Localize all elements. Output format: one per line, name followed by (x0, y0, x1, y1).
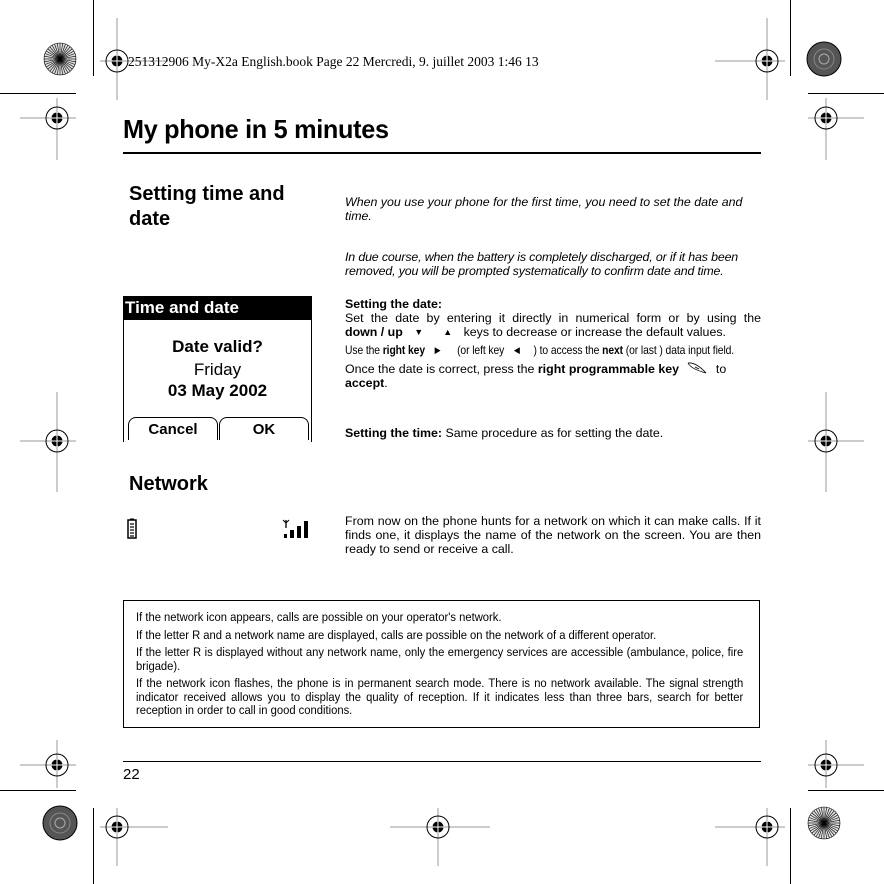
down-arrow-icon: ▼ (414, 327, 424, 337)
down-up-label: down / up (345, 325, 403, 339)
section-heading-network: Network (129, 473, 208, 495)
page-title: My phone in 5 minutes (123, 114, 389, 144)
setting-time-text: Same procedure as for setting the date. (445, 426, 664, 440)
book-header-meta: 251312906 My-X2a English.book Page 22 Me… (128, 54, 539, 69)
note-line: If the network icon appears, calls are p… (136, 610, 502, 624)
cancel-softkey[interactable]: Cancel (128, 417, 218, 440)
setting-time-line: Setting the time: Same procedure as for … (345, 426, 761, 440)
date-valid-question: Date valid? (172, 337, 263, 356)
network-info-note-box: If the network icon appears, calls are p… (123, 600, 760, 728)
phone-screen-body: Date valid? Friday 03 May 2002 Cancel OK (123, 320, 312, 442)
navigation-keys-text: Use the right key ▶ (or left key ◀ ) to a… (345, 343, 763, 357)
color-target (806, 41, 842, 77)
up-arrow-icon: ▲ (443, 327, 453, 337)
setting-date-text: Set the date by entering it directly in … (345, 311, 761, 325)
to-text: to (715, 362, 727, 376)
section-heading-time-date: Setting time and date (129, 183, 285, 230)
or-last-text: (or last ) data input field. (625, 343, 735, 357)
right-softkey-icon (688, 362, 707, 374)
page-number: 22 (123, 766, 140, 783)
star-target (807, 806, 841, 840)
date-value: 03 May 2002 (167, 381, 268, 400)
intro-paragraph-1: When you use your phone for the first ti… (345, 195, 743, 223)
next-label: next (602, 343, 624, 357)
note-line: If the network icon flashes, the phone i… (136, 676, 744, 717)
or-left-key-text: (or left key (457, 343, 505, 357)
accept-instruction: Once the date is correct, press the righ… (345, 361, 761, 390)
intro-paragraph-2: In due course, when the battery is compl… (345, 250, 739, 278)
title-rule (123, 152, 761, 154)
right-key-label: right key (382, 343, 425, 357)
setting-time-label: Setting the time: (345, 426, 443, 440)
use-the-text: Use the (345, 343, 380, 357)
star-target (43, 42, 77, 76)
signal-strength-icon (282, 519, 308, 538)
accept-label: accept (345, 376, 385, 390)
left-arrow-icon: ◀ (513, 345, 520, 355)
phone-screen-title: Time and date (123, 296, 312, 320)
right-arrow-icon: ▶ (434, 345, 441, 355)
period-text: . (384, 376, 388, 390)
battery-icon (127, 518, 137, 539)
down-up-suffix: keys to decrease or increase the default… (463, 325, 726, 339)
footer-rule (123, 761, 761, 762)
setting-date-block: Setting the date: Set the date by enteri… (345, 297, 761, 390)
right-prog-key-label: right programmable key (537, 362, 680, 376)
network-paragraph: From now on the phone hunts for a networ… (345, 514, 761, 556)
setting-date-label: Setting the date: (345, 297, 443, 311)
note-line: If the letter R and a network name are d… (136, 627, 657, 642)
ok-softkey[interactable]: OK (219, 417, 309, 440)
day-name: Friday (193, 360, 242, 379)
note-line: If the letter R is displayed without any… (136, 645, 744, 673)
color-target (42, 805, 78, 841)
phone-screen-illustration: Time and date Date valid? Friday 03 May … (123, 296, 312, 442)
to-access-text: ) to access the (533, 343, 600, 357)
once-prefix-text: Once the date is correct, press the (345, 362, 535, 376)
